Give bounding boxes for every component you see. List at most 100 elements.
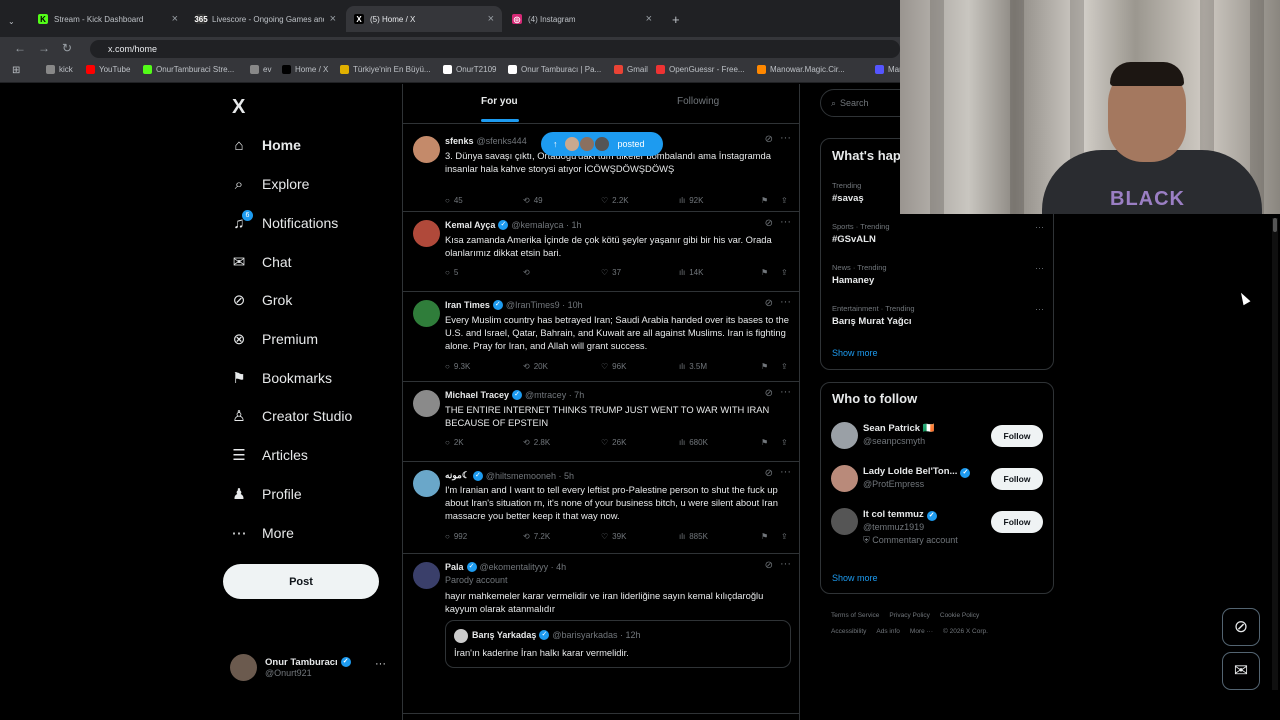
follow-suggestion[interactable]: Lady Lolde Bel'Ton... ✓ @ProtEmpress Follow xyxy=(831,465,1043,501)
bookmark-item[interactable]: YouTube xyxy=(86,65,130,74)
footer-link[interactable]: Cookie Policy xyxy=(940,612,979,619)
nav-item-premium[interactable]: ⊗ Premium xyxy=(230,324,318,354)
footer-link[interactable]: More ··· xyxy=(910,628,933,635)
more-icon[interactable]: ··· xyxy=(780,466,791,478)
repost-button[interactable]: ⟲ 7.2K xyxy=(523,532,550,541)
grok-fab-icon[interactable]: ⊘ xyxy=(1222,608,1260,646)
show-more-link[interactable]: Show more xyxy=(832,573,878,583)
follow-suggestion[interactable]: Sean Patrick 🇮🇪 @seanpcsmyth Follow xyxy=(831,422,1043,458)
bookmark-icon[interactable]: ⚑ xyxy=(761,196,768,205)
tweet[interactable]: Michael Tracey ✓ @mtracey · 7h ⊘ ··· THE ENTI… xyxy=(403,382,799,462)
grok-icon[interactable]: ⊘ xyxy=(765,468,773,479)
scrollbar-thumb[interactable] xyxy=(1273,218,1277,232)
follow-suggestion[interactable]: It col temmuz ✓ @temmuz1919 ⛨ Commentary ac… xyxy=(831,508,1043,545)
tab-livescore[interactable]: 365 Livescore - Ongoing Games and × xyxy=(188,6,344,32)
more-icon[interactable]: ··· xyxy=(780,296,791,308)
views-button[interactable]: ılı 885K xyxy=(679,532,708,541)
tab-x-home[interactable]: X (5) Home / X × xyxy=(346,6,502,32)
url-field[interactable]: x.com/home xyxy=(90,40,900,58)
avatar[interactable] xyxy=(831,465,858,492)
bookmark-item[interactable]: Gmail xyxy=(614,65,648,74)
bookmark-item[interactable]: OpenGuessr - Free... xyxy=(656,65,745,74)
grok-icon[interactable]: ⊘ xyxy=(765,298,773,309)
more-icon[interactable]: ··· xyxy=(780,216,791,228)
views-button[interactable]: ılı 3.5M xyxy=(679,362,707,371)
bookmark-item[interactable]: OnurT2109 xyxy=(443,65,496,74)
footer-link[interactable]: Ads info xyxy=(876,628,900,635)
reply-button[interactable]: ○ 5 xyxy=(445,268,458,277)
forward-icon[interactable]: → xyxy=(38,41,50,55)
footer-link[interactable]: © 2026 X Corp. xyxy=(943,628,988,635)
author-handle[interactable]: @mtracey · 7h xyxy=(525,390,584,400)
nav-item-notifications[interactable]: ♫ Notifications 6 xyxy=(230,208,338,238)
reply-button[interactable]: ○ 2K xyxy=(445,438,464,447)
post-button[interactable]: Post xyxy=(223,564,379,599)
avatar[interactable] xyxy=(413,390,440,417)
nav-item-chat[interactable]: ✉ Chat xyxy=(230,247,292,277)
author-name[interactable]: Iran Times xyxy=(445,300,490,310)
author-handle[interactable]: @IranTimes9 · 10h xyxy=(506,300,583,310)
avatar[interactable] xyxy=(413,220,440,247)
trend-item[interactable]: Sports · Trending #GSvALN ··· xyxy=(832,222,1044,245)
scrollbar[interactable] xyxy=(1272,218,1278,690)
like-button[interactable]: ♡ 37 xyxy=(601,268,621,277)
bookmark-icon[interactable]: ⚑ xyxy=(761,438,768,447)
nav-item-creator-studio[interactable]: ♙ Creator Studio xyxy=(230,401,352,431)
grok-icon[interactable]: ⊘ xyxy=(765,560,773,571)
bookmark-item[interactable]: Türkiye'nin En Büyü... xyxy=(340,65,431,74)
trend-item[interactable]: Entertainment · Trending Barış Murat Yağc… xyxy=(832,304,1044,327)
bookmark-item[interactable]: Manowar.Magic.Cir... xyxy=(757,65,845,74)
tweet[interactable]: Pala ✓ @ekomentalityyy · 4h ⊘ ··· Parody acco… xyxy=(403,554,799,714)
quoted-tweet[interactable]: Barış Yarkadaş ✓ @barisyarkadas · 12h İran'… xyxy=(445,620,791,668)
bookmark-item[interactable]: ev xyxy=(250,65,271,74)
nav-item-grok[interactable]: ⊘ Grok xyxy=(230,285,293,315)
views-button[interactable]: ılı 92K xyxy=(679,196,703,205)
grok-icon[interactable]: ⊘ xyxy=(765,134,773,145)
nav-item-profile[interactable]: ♟ Profile xyxy=(230,479,301,509)
like-button[interactable]: ♡ 26K xyxy=(601,438,626,447)
more-icon[interactable]: ··· xyxy=(375,658,386,670)
grok-icon[interactable]: ⊘ xyxy=(765,218,773,229)
author-handle[interactable]: @hiltsmemooneh · 5h xyxy=(486,471,574,481)
tweet[interactable]: Kemal Ayça ✓ @kemalayca · 1h ⊘ ··· Kısa zaman… xyxy=(403,212,799,292)
footer-link[interactable]: Privacy Policy xyxy=(889,612,929,619)
close-icon[interactable]: × xyxy=(172,13,178,25)
reply-button[interactable]: ○ 9.3K xyxy=(445,362,470,371)
messages-fab-icon[interactable]: ✉ xyxy=(1222,652,1260,690)
share-icon[interactable]: ⇪ xyxy=(781,532,788,541)
author-name[interactable]: Michael Tracey xyxy=(445,390,509,400)
back-icon[interactable]: ← xyxy=(14,41,26,55)
more-icon[interactable]: ··· xyxy=(1035,222,1044,232)
new-tab-button[interactable]: + xyxy=(664,6,684,32)
bookmark-item[interactable]: Home / X xyxy=(282,65,328,74)
like-button[interactable]: ♡ 39K xyxy=(601,532,626,541)
account-switcher[interactable]: Onur Tamburacı ✓ @Onurt921 ··· xyxy=(230,652,400,682)
footer-link[interactable]: Accessibility xyxy=(831,628,866,635)
apps-icon[interactable]: ⊞ xyxy=(12,65,20,76)
author-name[interactable]: Pala xyxy=(445,562,464,572)
trend-item[interactable]: News · Trending Hamaney ··· xyxy=(832,263,1044,286)
bookmark-item[interactable]: kick xyxy=(46,65,73,74)
follow-button[interactable]: Follow xyxy=(991,511,1043,533)
author-handle[interactable]: @kemalayca · 1h xyxy=(511,220,581,230)
avatar[interactable] xyxy=(413,300,440,327)
reply-button[interactable]: ○ 992 xyxy=(445,532,467,541)
tweet[interactable]: Iran Times ✓ @IranTimes9 · 10h ⊘ ··· Every Mu… xyxy=(403,292,799,382)
repost-button[interactable]: ⟲ 2.8K xyxy=(523,438,550,447)
bookmark-item[interactable]: OnurTamburaci Stre... xyxy=(143,65,234,74)
reply-button[interactable]: ○ 45 xyxy=(445,196,463,205)
follow-button[interactable]: Follow xyxy=(991,425,1043,447)
views-button[interactable]: ılı 680K xyxy=(679,438,708,447)
nav-item-explore[interactable]: ⌕ Explore xyxy=(230,169,310,199)
share-icon[interactable]: ⇪ xyxy=(781,268,788,277)
share-icon[interactable]: ⇪ xyxy=(781,362,788,371)
nav-item-articles[interactable]: ☰ Articles xyxy=(230,440,308,470)
avatar[interactable] xyxy=(831,508,858,535)
author-name[interactable]: Kemal Ayça xyxy=(445,220,495,230)
share-icon[interactable]: ⇪ xyxy=(781,196,788,205)
author-handle[interactable]: @ekomentalityyy · 4h xyxy=(480,562,567,572)
bookmark-icon[interactable]: ⚑ xyxy=(761,532,768,541)
bookmark-icon[interactable]: ⚑ xyxy=(761,268,768,277)
repost-button[interactable]: ⟲ xyxy=(523,268,534,277)
share-icon[interactable]: ⇪ xyxy=(781,438,788,447)
